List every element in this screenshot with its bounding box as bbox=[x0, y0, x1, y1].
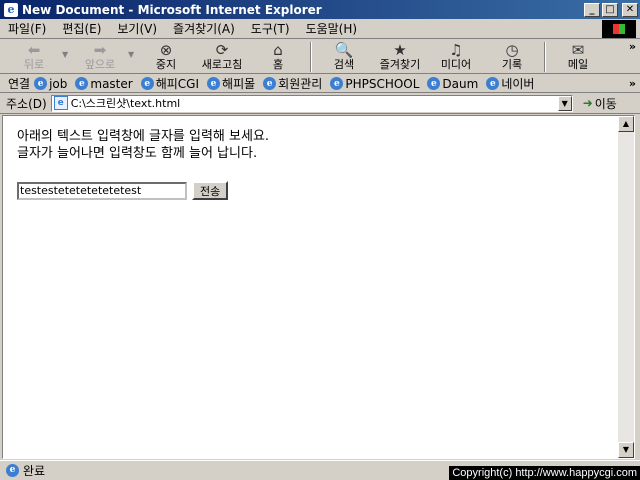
standard-toolbar: ⬅ 뒤로 ▼ ➡ 앞으로 ▼ ⊗ 중지 ⟳ 새로고침 ⌂ 홈 🔍 검색 ★ 즐겨… bbox=[0, 40, 640, 74]
copyright-watermark: Copyright(c) http://www.happycgi.com bbox=[449, 466, 640, 480]
menu-favorites[interactable]: 즐겨찾기(A) bbox=[165, 20, 243, 37]
minimize-button[interactable]: _ bbox=[584, 2, 600, 17]
ie-page-icon: e bbox=[330, 77, 344, 90]
link-phpschool[interactable]: e PHPSCHOOL bbox=[330, 77, 419, 91]
link-job[interactable]: e job bbox=[34, 77, 67, 91]
menu-tools[interactable]: 도구(T) bbox=[243, 20, 298, 37]
links-overflow-chevron-icon[interactable]: » bbox=[629, 77, 636, 90]
mail-icon: ✉ bbox=[571, 41, 585, 59]
address-bar: 주소(D) e C:\스크린샷\text.html ▼ ➜ 이동 bbox=[0, 93, 640, 114]
search-icon: 🔍 bbox=[334, 41, 354, 59]
favorites-star-icon: ★ bbox=[393, 41, 407, 59]
ie-page-icon: e bbox=[34, 77, 48, 90]
link-member[interactable]: e 회원관리 bbox=[263, 75, 322, 92]
submit-button[interactable]: 전송 bbox=[192, 181, 229, 200]
home-button[interactable]: ⌂ 홈 bbox=[250, 40, 306, 74]
media-icon: ♫ bbox=[449, 41, 463, 59]
forward-button[interactable]: ➡ 앞으로 bbox=[72, 40, 128, 74]
media-button[interactable]: ♫ 미디어 bbox=[428, 40, 484, 74]
instruction-line-2: 글자가 늘어나면 입력창도 함께 늘어 납니다. bbox=[17, 146, 258, 161]
text-input[interactable]: testestetetetetetetest bbox=[17, 181, 187, 200]
menu-edit[interactable]: 편집(E) bbox=[54, 20, 109, 37]
link-happymall[interactable]: e 해피몰 bbox=[207, 75, 255, 92]
refresh-icon: ⟳ bbox=[215, 41, 229, 59]
ie-page-icon: e bbox=[140, 77, 154, 90]
ie-page-icon: e bbox=[427, 77, 441, 90]
back-arrow-icon: ⬅ bbox=[27, 41, 41, 59]
ie-app-icon: e bbox=[4, 2, 18, 17]
page-content: 아래의 텍스트 입력창에 글자를 입력해 보세요. 글자가 늘어나면 입력창도 … bbox=[17, 128, 269, 200]
address-label: 주소(D) bbox=[6, 96, 47, 111]
status-text: 완료 bbox=[23, 464, 46, 478]
vertical-scrollbar[interactable]: ▲ ▼ bbox=[618, 116, 634, 458]
search-button[interactable]: 🔍 검색 bbox=[316, 40, 372, 74]
scroll-up-arrow-icon[interactable]: ▲ bbox=[618, 116, 634, 132]
history-button[interactable]: ◷ 기록 bbox=[484, 40, 540, 74]
address-dropdown-icon[interactable]: ▼ bbox=[557, 95, 572, 111]
menu-view[interactable]: 보기(V) bbox=[109, 20, 165, 37]
back-dropdown-icon[interactable]: ▼ bbox=[62, 40, 72, 59]
home-icon: ⌂ bbox=[273, 41, 283, 59]
window-controls: _ □ ✕ bbox=[584, 2, 638, 17]
go-button[interactable]: ➜ 이동 bbox=[583, 95, 617, 112]
input-form: testestetetetetetetest 전송 bbox=[17, 181, 269, 200]
toolbar-separator bbox=[544, 42, 546, 72]
link-happycgi[interactable]: e 해피CGI bbox=[140, 75, 199, 92]
address-input[interactable]: e C:\스크린샷\text.html ▼ bbox=[50, 94, 573, 112]
ie-page-icon: e bbox=[263, 77, 277, 90]
links-bar: 연결 e job e master e 해피CGI e 해피몰 e 회원관리 e PHPSC… bbox=[0, 75, 640, 93]
instruction-line-1: 아래의 텍스트 입력창에 글자를 입력해 보세요. bbox=[17, 129, 270, 144]
link-daum[interactable]: e Daum bbox=[427, 77, 478, 91]
refresh-button[interactable]: ⟳ 새로고침 bbox=[194, 40, 250, 74]
close-button[interactable]: ✕ bbox=[622, 2, 638, 17]
windows-logo-icon bbox=[602, 20, 636, 38]
back-button[interactable]: ⬅ 뒤로 bbox=[6, 40, 62, 74]
page-icon: e bbox=[53, 96, 68, 110]
menu-file[interactable]: 파일(F) bbox=[0, 20, 54, 37]
forward-dropdown-icon[interactable]: ▼ bbox=[128, 40, 138, 59]
go-arrow-icon: ➜ bbox=[582, 96, 593, 110]
toolbar-overflow-chevron-icon[interactable]: » bbox=[629, 40, 636, 53]
menu-bar: 파일(F) 편집(E) 보기(V) 즐겨찾기(A) 도구(T) 도움말(H) bbox=[0, 19, 640, 39]
stop-button[interactable]: ⊗ 중지 bbox=[138, 40, 194, 74]
favorites-button[interactable]: ★ 즐겨찾기 bbox=[372, 40, 428, 74]
mail-button[interactable]: ✉ 메일 bbox=[550, 40, 606, 74]
status-page-icon: e bbox=[6, 464, 19, 477]
history-icon: ◷ bbox=[505, 41, 519, 59]
window-title: New Document - Microsoft Internet Explor… bbox=[22, 2, 322, 17]
ie-page-icon: e bbox=[486, 77, 500, 90]
menu-help[interactable]: 도움말(H) bbox=[298, 20, 366, 37]
address-value: C:\스크린샷\text.html bbox=[70, 97, 181, 110]
forward-arrow-icon: ➡ bbox=[93, 41, 107, 59]
title-bar: e New Document - Microsoft Internet Expl… bbox=[0, 0, 640, 19]
scroll-down-arrow-icon[interactable]: ▼ bbox=[618, 442, 634, 458]
link-naver[interactable]: e 네이버 bbox=[486, 75, 534, 92]
stop-icon: ⊗ bbox=[159, 41, 173, 59]
ie-page-icon: e bbox=[207, 77, 221, 90]
maximize-button[interactable]: □ bbox=[602, 2, 618, 17]
link-master[interactable]: e master bbox=[75, 77, 133, 91]
links-label: 연결 bbox=[8, 77, 31, 91]
toolbar-separator bbox=[310, 42, 312, 72]
page-viewport: 아래의 텍스트 입력창에 글자를 입력해 보세요. 글자가 늘어나면 입력창도 … bbox=[2, 115, 635, 459]
ie-page-icon: e bbox=[75, 77, 89, 90]
